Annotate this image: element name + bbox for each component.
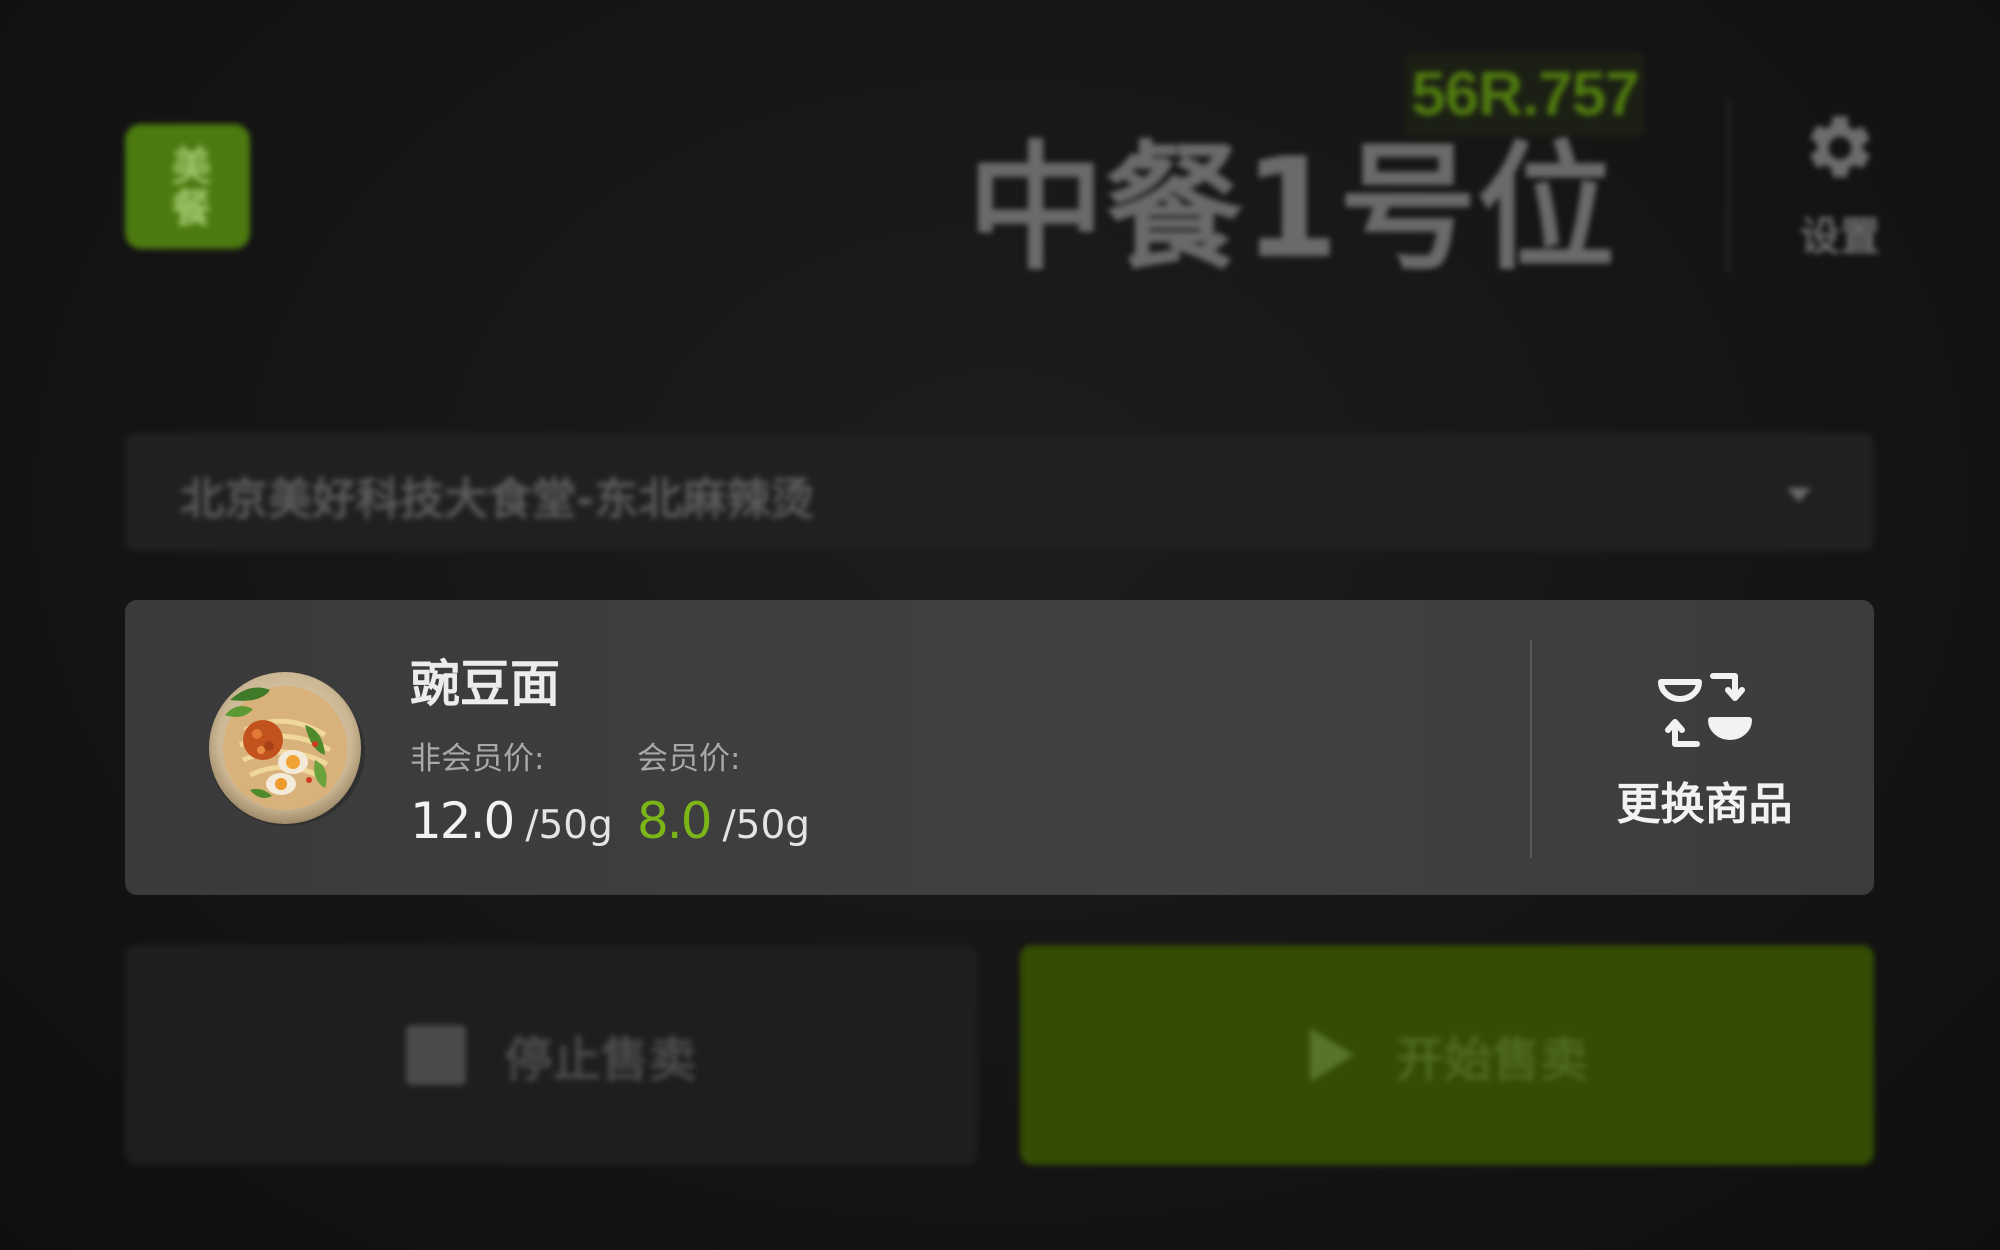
member-price-value: 8.0: [637, 792, 713, 850]
device-id-badge: 56R.757: [1405, 52, 1645, 137]
gear-icon: [1810, 116, 1870, 178]
product-card: 豌豆面 非会员价: 12.0/50g 会员价: 8.0/50g 更换商品: [125, 600, 1874, 895]
settings-button[interactable]: 设置: [1780, 110, 1900, 275]
member-price-label: 会员价:: [637, 741, 741, 777]
header-divider: [1727, 98, 1730, 273]
settings-label: 设置: [1800, 214, 1880, 260]
store-select-value: 北京美好科技大食堂-东北麻辣烫: [180, 474, 815, 525]
logo-text: 美餐: [164, 144, 211, 229]
start-selling-button[interactable]: 开始售卖: [1020, 945, 1874, 1165]
play-icon: [1309, 1028, 1354, 1082]
stop-selling-button[interactable]: 停止售卖: [125, 945, 978, 1165]
member-price: 会员价: 8.0/50g: [637, 733, 810, 850]
start-selling-label: 开始售卖: [1395, 1032, 1588, 1088]
card-divider: [1530, 640, 1532, 858]
non-member-price: 非会员价: 12.0/50g: [410, 733, 613, 850]
store-select[interactable]: 北京美好科技大食堂-东北麻辣烫: [125, 433, 1874, 551]
product-name: 豌豆面: [410, 655, 560, 713]
non-member-price-label: 非会员价:: [410, 741, 545, 777]
stop-selling-label: 停止售卖: [504, 1032, 697, 1088]
app-logo: 美餐: [125, 124, 250, 249]
pos-screen: 美餐 56R.757 中餐1号位 设置 北京美好科技大食堂-东北麻辣烫 豌豆面 …: [0, 0, 2000, 1250]
non-member-price-unit: /50g: [525, 803, 613, 848]
swap-product-button[interactable]: 更换商品: [1535, 600, 1874, 895]
noodle-bowl-image: [209, 672, 365, 826]
station-title: 中餐1号位: [966, 128, 1615, 289]
swap-product-label: 更换商品: [1616, 779, 1793, 830]
swap-bowls-icon: [1657, 673, 1752, 747]
stop-square-icon: [406, 1025, 467, 1085]
member-price-unit: /50g: [722, 803, 811, 848]
caret-down-icon: [1787, 488, 1811, 502]
non-member-price-value: 12.0: [410, 792, 515, 850]
